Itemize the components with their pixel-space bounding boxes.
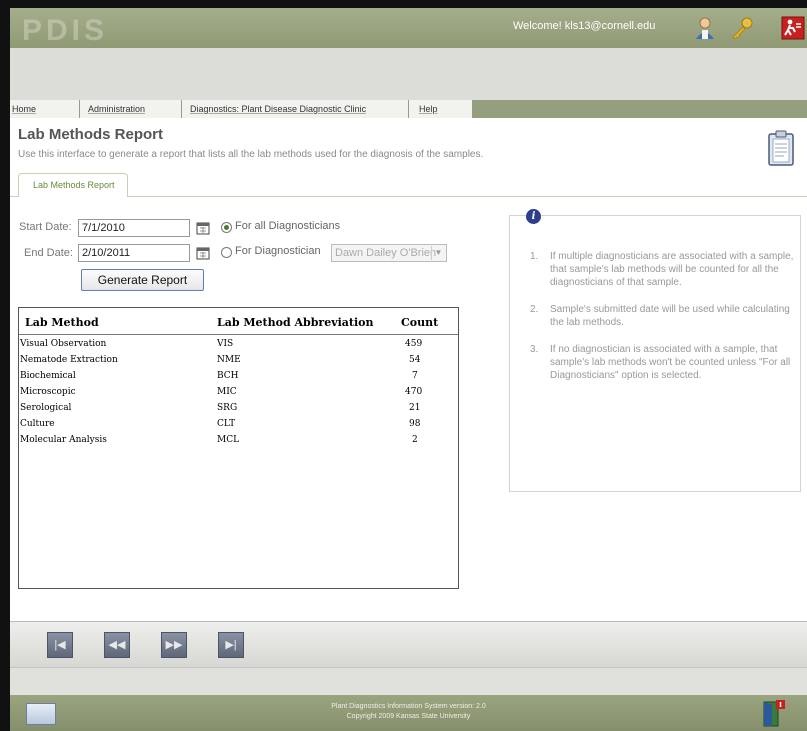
generate-report-button[interactable]: Generate Report — [81, 269, 204, 291]
cell-abbreviation: MCL — [217, 435, 240, 445]
menu-fill — [473, 100, 807, 118]
radio-for-diagnostician[interactable] — [221, 247, 232, 258]
page-description: Use this interface to generate a report … — [18, 149, 484, 160]
cell-method: Visual Observation — [20, 339, 107, 349]
cell-count: 54 — [409, 355, 421, 365]
start-date-calendar-icon[interactable] — [196, 221, 210, 235]
tab-underline — [10, 196, 807, 197]
logout-icon[interactable] — [781, 16, 805, 40]
diagnostician-select[interactable]: Dawn Dailey O'Brien ▼ — [331, 244, 447, 262]
radio-all-diagnosticians-label: For all Diagnosticians — [235, 220, 341, 232]
column-header-count: Count — [401, 316, 439, 329]
menu-item-home[interactable]: Home — [10, 100, 80, 118]
info-note-text: If no diagnostician is associated with a… — [550, 344, 791, 381]
footer-version: Plant Diagnostics Information System ver… — [331, 703, 486, 710]
end-date-label: End Date: — [24, 247, 73, 259]
menu-item-help[interactable]: Help — [409, 100, 473, 118]
table-row: Microscopic MIC 470 — [19, 386, 458, 400]
column-header-lab-method: Lab Method — [25, 316, 99, 329]
info-icon: i — [526, 209, 541, 224]
footer-copyright: Copyright 2009 Kansas State University — [346, 713, 471, 720]
table-row: Visual Observation VIS 459 — [19, 338, 458, 352]
cell-abbreviation: CLT — [217, 419, 236, 429]
app-window: PDIS Welcome! kls13@cornell.edu Home Adm… — [10, 8, 807, 731]
cell-count: 470 — [405, 387, 423, 397]
cell-count: 2 — [412, 435, 418, 445]
header-band — [10, 48, 807, 100]
info-note-text: If multiple diagnosticians are associate… — [550, 251, 794, 288]
last-page-button[interactable]: ▶| — [218, 632, 244, 658]
lab-methods-table: Lab Method Lab Method Abbreviation Count… — [18, 307, 459, 589]
column-header-abbreviation: Lab Method Abbreviation — [217, 316, 374, 329]
user-icon[interactable] — [693, 16, 717, 40]
cell-count: 459 — [405, 339, 423, 349]
cell-count: 98 — [409, 419, 421, 429]
status-bar — [10, 667, 807, 695]
chevron-down-icon[interactable]: ▼ — [431, 246, 445, 260]
info-notes: 1. If multiple diagnosticians are associa… — [524, 250, 794, 396]
cell-method: Serological — [20, 403, 72, 413]
clipboard-icon — [768, 130, 794, 166]
table-row: Molecular Analysis MCL 2 — [19, 434, 458, 448]
table-row: Nematode Extraction NME 54 — [19, 354, 458, 368]
info-note: 1. If multiple diagnosticians are associa… — [524, 250, 794, 289]
cell-count: 7 — [412, 371, 418, 381]
cell-abbreviation: BCH — [217, 371, 239, 381]
info-note-number: 3. — [530, 344, 539, 355]
info-note-number: 1. — [530, 251, 539, 262]
exit-door-icon[interactable] — [762, 699, 786, 727]
end-date-input[interactable]: 2/10/2011 — [78, 244, 190, 262]
pager-bar: |◀ ◀◀ ▶▶ ▶| — [10, 621, 807, 667]
cell-abbreviation: SRG — [217, 403, 238, 413]
first-page-button[interactable]: |◀ — [47, 632, 73, 658]
info-note: 2. Sample's submitted date will be used w… — [524, 303, 794, 329]
table-row: Culture CLT 98 — [19, 418, 458, 432]
app-footer: Plant Diagnostics Information System ver… — [10, 695, 807, 731]
radio-for-diagnostician-label: For Diagnostician — [235, 245, 321, 257]
previous-page-button[interactable]: ◀◀ — [104, 632, 130, 658]
info-panel: i 1. If multiple diagnosticians are assoc… — [509, 209, 801, 492]
info-note: 3. If no diagnostician is associated with… — [524, 343, 794, 382]
start-date-input[interactable]: 7/1/2010 — [78, 219, 190, 237]
cell-method: Biochemical — [20, 371, 76, 381]
table-row: Biochemical BCH 7 — [19, 370, 458, 384]
info-note-number: 2. — [530, 304, 539, 315]
cell-method: Nematode Extraction — [20, 355, 118, 365]
cell-abbreviation: VIS — [217, 339, 234, 349]
cell-method: Microscopic — [20, 387, 76, 397]
main-menu: Home Administration Diagnostics: Plant D… — [10, 100, 807, 118]
cell-abbreviation: MIC — [217, 387, 237, 397]
page-title: Lab Methods Report — [18, 126, 163, 143]
cell-method: Molecular Analysis — [20, 435, 107, 445]
end-date-calendar-icon[interactable] — [196, 246, 210, 260]
cell-method: Culture — [20, 419, 55, 429]
radio-all-diagnosticians[interactable] — [221, 222, 232, 233]
header-divider — [19, 334, 458, 335]
table-row: Serological SRG 21 — [19, 402, 458, 416]
diagnostician-select-value: Dawn Dailey O'Brien — [335, 247, 437, 259]
menu-item-administration[interactable]: Administration — [80, 100, 182, 118]
footer-text: Plant Diagnostics Information System ver… — [10, 702, 807, 722]
start-date-label: Start Date: — [19, 221, 72, 233]
app-header: PDIS Welcome! kls13@cornell.edu — [10, 8, 807, 48]
next-page-button[interactable]: ▶▶ — [161, 632, 187, 658]
cell-abbreviation: NME — [217, 355, 241, 365]
menu-item-diagnostics[interactable]: Diagnostics: Plant Disease Diagnostic Cl… — [182, 100, 409, 118]
welcome-text: Welcome! kls13@cornell.edu — [513, 20, 656, 32]
pdis-logo: PDIS — [22, 14, 109, 47]
cell-count: 21 — [409, 403, 421, 413]
tab-lab-methods-report[interactable]: Lab Methods Report — [18, 173, 128, 197]
info-note-text: Sample's submitted date will be used whi… — [550, 304, 790, 328]
keys-icon[interactable] — [730, 16, 754, 40]
